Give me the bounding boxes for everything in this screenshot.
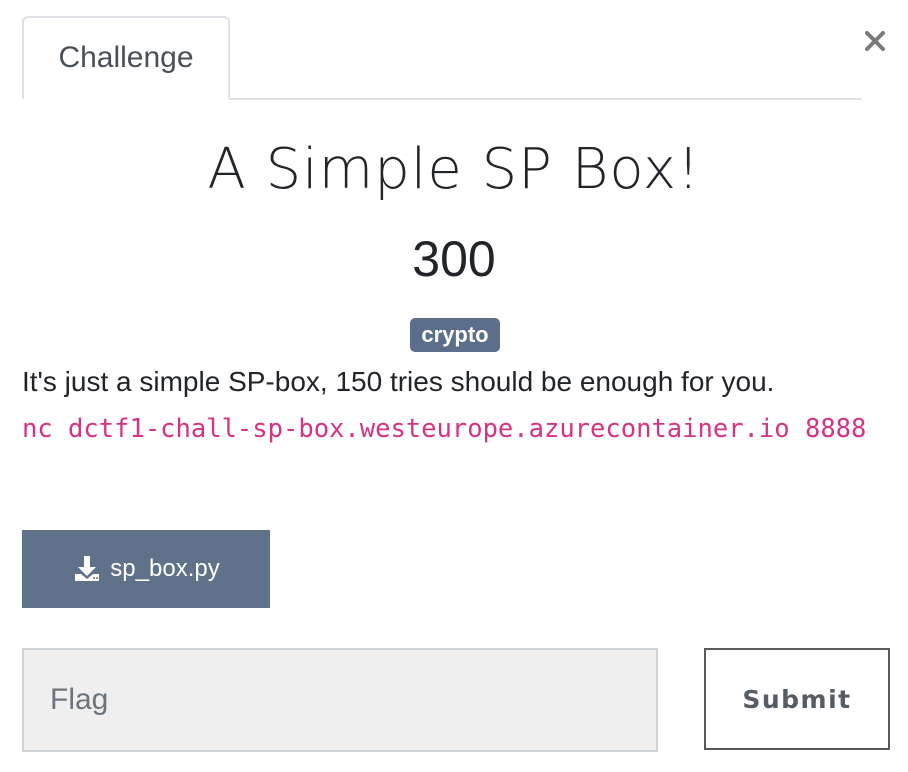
challenge-points: 300 [412,231,496,287]
close-button[interactable] [858,24,892,58]
close-icon [865,31,885,51]
download-icon [72,554,102,584]
tab-challenge-label: Challenge [58,41,194,74]
download-file-label: sp_box.py [110,555,220,582]
tab-challenge[interactable]: Challenge [22,16,230,100]
flag-input[interactable] [22,648,658,752]
challenge-title: A Simple SP Box! [207,137,701,202]
submit-button[interactable]: Submit [704,648,890,750]
tab-bar: Challenge [22,16,862,100]
connection-command: nc dctf1-chall-sp-box.westeurope.azureco… [22,414,867,444]
challenge-description: It's just a simple SP-box, 150 tries sho… [22,366,775,397]
download-file-button[interactable]: sp_box.py [22,530,270,608]
category-tag: crypto [410,318,500,352]
